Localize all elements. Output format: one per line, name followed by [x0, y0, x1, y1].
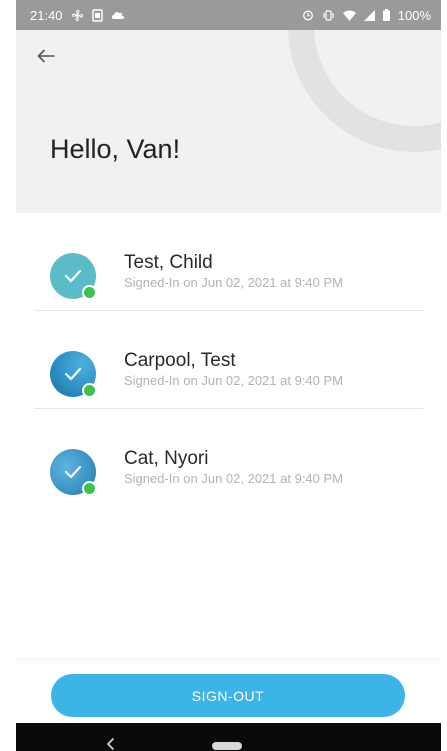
battery-percent: 100%: [397, 7, 431, 23]
avatar: [50, 351, 97, 398]
list-item[interactable]: Carpool, Test Signed-In on Jun 02, 2021 …: [16, 311, 441, 409]
online-status-dot: [82, 481, 97, 496]
check-icon: [64, 465, 82, 479]
list-item[interactable]: Test, Child Signed-In on Jun 02, 2021 at…: [16, 213, 441, 311]
header: Hello, Van!: [16, 30, 441, 213]
back-button[interactable]: [34, 44, 58, 68]
nav-home-pill[interactable]: [212, 742, 242, 750]
status-time: 21:40: [30, 7, 63, 23]
list-item[interactable]: Cat, Nyori Signed-In on Jun 02, 2021 at …: [16, 409, 441, 507]
status-right: 100%: [302, 8, 431, 23]
header-decoration: [288, 30, 441, 152]
status-left: 21:40: [30, 8, 125, 23]
navigation-bar: [16, 723, 441, 751]
greeting-title: Hello, Van!: [50, 134, 181, 164]
signal-icon: [363, 9, 375, 21]
battery-icon: [382, 9, 390, 21]
status-bar: 21:40 100%: [16, 0, 441, 30]
fan-icon: [71, 9, 84, 22]
online-status-dot: [82, 285, 97, 300]
cloud-icon: [111, 10, 125, 20]
screen: 21:40 100% Hello, Van! Test, Child Signe…: [0, 0, 447, 751]
signin-status: Signed-In on Jun 02, 2021 at 9:40 PM: [124, 275, 343, 290]
signin-status: Signed-In on Jun 02, 2021 at 9:40 PM: [124, 373, 343, 388]
sign-out-button[interactable]: SIGN-OUT: [51, 674, 405, 717]
footer-divider: [16, 658, 441, 664]
child-name: Cat, Nyori: [124, 448, 209, 469]
alarm-icon: [302, 9, 314, 21]
phone-frame: 21:40 100% Hello, Van! Test, Child Signe…: [16, 0, 441, 751]
check-icon: [64, 269, 82, 283]
sim-icon: [91, 8, 103, 22]
signin-status: Signed-In on Jun 02, 2021 at 9:40 PM: [124, 471, 343, 486]
avatar: [50, 253, 97, 300]
check-icon: [64, 367, 82, 381]
arrow-left-icon: [37, 49, 55, 63]
vibrate-icon: [322, 9, 335, 21]
child-name: Carpool, Test: [124, 350, 236, 371]
online-status-dot: [82, 383, 97, 398]
avatar: [50, 449, 97, 496]
nav-back-icon[interactable]: [104, 737, 118, 751]
wifi-icon: [342, 10, 356, 21]
child-name: Test, Child: [124, 252, 213, 273]
children-list: Test, Child Signed-In on Jun 02, 2021 at…: [16, 213, 441, 507]
